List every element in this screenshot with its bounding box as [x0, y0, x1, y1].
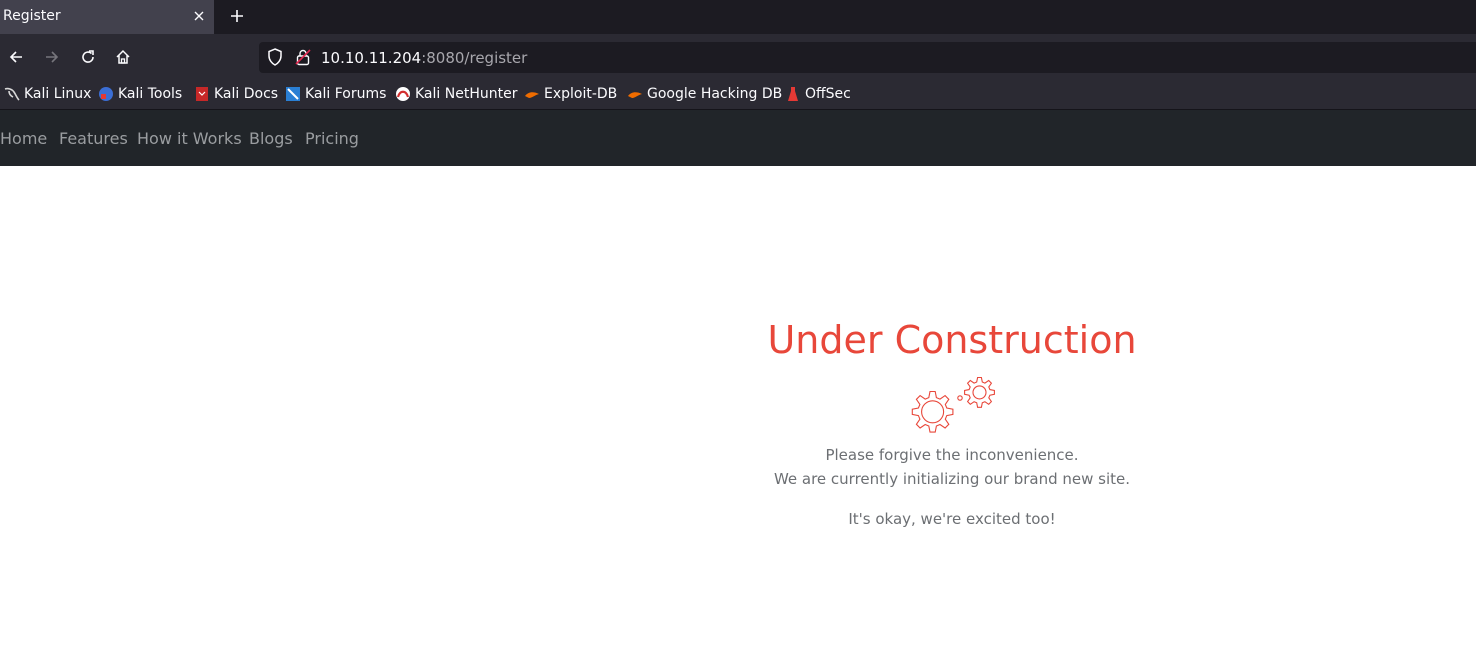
bookmark-offsec[interactable]: OffSec: [785, 84, 851, 104]
close-icon[interactable]: [189, 6, 209, 26]
initializing-text: We are currently initializing our brand …: [773, 470, 1131, 488]
bookmark-label: OffSec: [805, 86, 851, 102]
site-nav: Home Features How it Works Blogs Pricing: [0, 110, 1476, 166]
bookmark-label: Kali Linux: [24, 86, 92, 102]
nav-features[interactable]: Features: [59, 129, 128, 148]
kali-forums-icon: [285, 86, 301, 102]
bookmark-kali-nethunter[interactable]: Kali NetHunter: [395, 84, 517, 104]
insecure-lock-icon[interactable]: [295, 48, 311, 70]
back-arrow-icon[interactable]: [5, 46, 27, 68]
bookmark-kali-forums[interactable]: Kali Forums: [285, 84, 386, 104]
kali-tools-icon: [98, 86, 114, 102]
kali-dragon-icon: [4, 86, 20, 102]
bookmark-kali-tools[interactable]: Kali Tools: [98, 84, 182, 104]
tab-strip: Register: [0, 0, 1476, 34]
browser-tab[interactable]: Register: [0, 0, 214, 34]
new-tab-icon[interactable]: [226, 5, 248, 27]
shield-icon[interactable]: [267, 48, 283, 70]
url-bar[interactable]: 10.10.11.204:8080/register: [259, 42, 1476, 73]
nav-blogs[interactable]: Blogs: [249, 129, 293, 148]
bookmark-exploit-db[interactable]: Exploit-DB: [524, 84, 617, 104]
bookmark-label: Kali Forums: [305, 86, 387, 102]
exploit-db-icon: [524, 86, 540, 102]
url-path: :8080/register: [421, 49, 528, 67]
bookmark-kali-linux[interactable]: Kali Linux: [4, 84, 91, 104]
bookmark-label: Kali Tools: [118, 86, 183, 102]
forward-arrow-icon[interactable]: [41, 46, 63, 68]
apology-text: Please forgive the inconvenience.: [825, 446, 1079, 464]
offsec-icon: [785, 86, 801, 102]
tab-title: Register: [3, 8, 61, 24]
nav-how-it-works[interactable]: How it Works: [137, 129, 242, 148]
url-text[interactable]: 10.10.11.204:8080/register: [321, 49, 527, 67]
bookmark-label: Google Hacking DB: [647, 86, 783, 102]
nav-pricing[interactable]: Pricing: [305, 129, 359, 148]
home-icon[interactable]: [112, 46, 134, 68]
bookmark-google-hacking-db[interactable]: Google Hacking DB: [627, 84, 782, 104]
bookmark-label: Exploit-DB: [544, 86, 618, 102]
reload-icon[interactable]: [77, 46, 99, 68]
nav-toolbar: 10.10.11.204:8080/register: [0, 34, 1476, 79]
bookmark-kali-docs[interactable]: Kali Docs: [194, 84, 278, 104]
nethunter-icon: [395, 86, 411, 102]
ghdb-icon: [627, 86, 643, 102]
bookmark-label: Kali NetHunter: [415, 86, 518, 102]
bookmark-label: Kali Docs: [214, 86, 279, 102]
nav-home[interactable]: Home: [0, 129, 47, 148]
excited-text: It's okay, we're excited too!: [848, 510, 1056, 528]
url-host: 10.10.11.204: [321, 49, 422, 67]
page-content: Under Construction Please forgive the in…: [0, 166, 1476, 658]
page-title: Under Construction: [767, 318, 1137, 362]
gears-icon: [898, 374, 1008, 448]
kali-docs-icon: [194, 86, 210, 102]
bookmarks-toolbar: Kali Linux Kali Tools Kali Docs Kali For…: [0, 79, 1476, 110]
